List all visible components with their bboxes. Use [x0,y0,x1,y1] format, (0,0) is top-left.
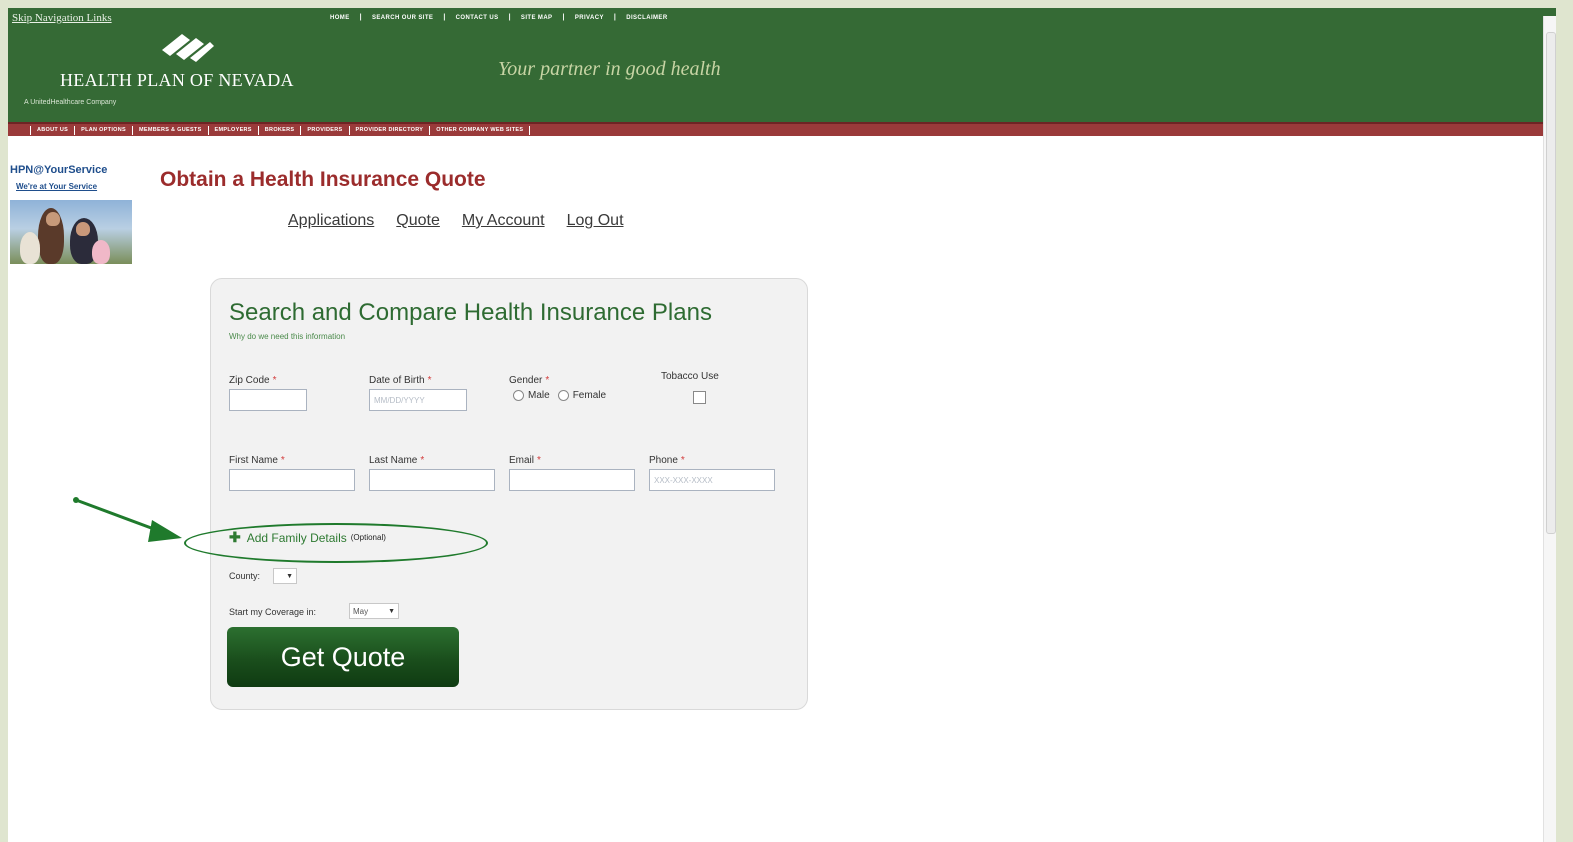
required-marker: * [420,455,425,466]
top-nav-disclaimer[interactable]: DISCLAIMER [626,15,667,21]
applications-link[interactable]: Applications [288,212,374,230]
radio-icon[interactable] [557,390,569,401]
email-label-text: Email [509,455,535,466]
dob-label: Date of Birth * [369,375,432,386]
vertical-scrollbar[interactable] [1543,16,1556,842]
required-marker: * [537,455,541,466]
tobacco-checkbox[interactable] [693,391,706,404]
first-name-label-text: First Name [229,455,278,466]
coverage-label: Start my Coverage in: [229,607,317,617]
phone-label-text: Phone [649,455,678,466]
zip-label: Zip Code * [229,375,276,386]
chevron-down-icon: ▼ [286,572,293,580]
zip-label-text: Zip Code [229,375,270,386]
gender-female-option[interactable]: Female [557,390,607,402]
top-nav-sitemap[interactable]: SITE MAP [521,15,553,21]
dob-input[interactable]: MM/DD/YYYY [369,389,467,411]
last-name-label: Last Name * [369,455,424,466]
chevron-down-icon: ▼ [388,607,395,615]
page-title: Obtain a Health Insurance Quote [160,168,486,191]
last-name-input[interactable] [369,469,495,491]
main-nav-plan-options[interactable]: PLAN OPTIONS [74,125,132,135]
tagline: Your partner in good health [498,58,721,80]
gender-label-text: Gender [509,375,543,386]
scrollbar-thumb[interactable] [1546,32,1556,534]
email-input[interactable] [509,469,635,491]
skip-navigation-link[interactable]: Skip Navigation Links [12,12,112,24]
top-nav-home[interactable]: HOME [330,15,350,21]
county-select[interactable]: ▼ [273,568,297,584]
logo-name[interactable]: HEALTH PLAN OF NEVADA [60,70,294,91]
main-nav-employers[interactable]: EMPLOYERS [207,125,258,135]
nav-separator: | [562,14,565,21]
nav-separator: | [359,14,362,21]
quote-link[interactable]: Quote [396,212,440,230]
top-nav-privacy[interactable]: PRIVACY [575,15,604,21]
get-quote-button[interactable]: Get Quote [227,627,459,687]
required-marker: * [280,455,285,466]
service-title[interactable]: HPN@YourService [10,164,107,176]
my-account-link[interactable]: My Account [462,212,545,230]
nav-separator: | [443,14,446,21]
main-nav-about[interactable]: ABOUT US [30,125,74,135]
main-nav: ABOUT US PLAN OPTIONS MEMBERS & GUESTS E… [8,122,1556,136]
zip-input[interactable] [229,389,307,411]
logo-icon [162,34,214,62]
site-header: Skip Navigation Links HOME | SEARCH OUR S… [8,8,1556,122]
top-nav-contact[interactable]: CONTACT US [456,15,499,21]
phone-input[interactable]: XXX-XXX-XXXX [649,469,775,491]
tobacco-label: Tobacco Use [661,371,719,382]
log-out-link[interactable]: Log Out [567,212,624,230]
first-name-input[interactable] [229,469,355,491]
required-marker: * [545,375,550,386]
coverage-month-select[interactable]: May ▼ [349,603,399,619]
required-marker: * [427,375,432,386]
dob-label-text: Date of Birth [369,375,425,386]
quote-form-panel: Search and Compare Health Insurance Plan… [210,278,808,710]
coverage-month-value: May [353,606,369,616]
user-nav: Applications Quote My Account Log Out [288,212,624,230]
first-name-label: First Name * [229,455,285,466]
gender-male-option[interactable]: Male [513,390,550,401]
main-nav-members[interactable]: MEMBERS & GUESTS [131,125,208,135]
main-nav-brokers[interactable]: BROKERS [257,125,301,135]
phone-label: Phone * [649,455,685,466]
annotation-ellipse [184,523,488,563]
gender-options: Male Female [513,390,606,401]
top-nav-search[interactable]: SEARCH OUR SITE [372,15,433,21]
gender-female-label: Female [572,390,607,402]
last-name-label-text: Last Name [369,455,418,466]
top-nav: HOME | SEARCH OUR SITE | CONTACT US | SITE … [330,14,668,21]
logo-subtitle: A UnitedHealthcare Company [24,99,117,106]
why-info-link[interactable]: Why do we need this information [229,332,345,341]
nav-separator: | [613,14,617,21]
nav-separator: | [508,14,511,21]
family-photo[interactable] [10,200,132,264]
main-nav-provider-directory[interactable]: PROVIDER DIRECTORY [348,125,430,135]
county-label: County: [229,571,261,581]
gender-male-label: Male [528,390,550,402]
annotation-arrow-icon [73,497,182,542]
gender-label: Gender * [509,375,549,386]
main-nav-providers[interactable]: PROVIDERS [300,125,348,135]
radio-icon[interactable] [513,390,524,401]
browser-viewport: Skip Navigation Links HOME | SEARCH OUR S… [8,8,1556,842]
form-title: Search and Compare Health Insurance Plan… [229,299,712,326]
email-label: Email * [509,455,541,466]
required-marker: * [680,455,685,466]
main-nav-other-sites[interactable]: OTHER COMPANY WEB SITES [429,125,531,135]
service-subtitle[interactable]: We're at Your Service [16,182,97,191]
required-marker: * [272,375,277,386]
